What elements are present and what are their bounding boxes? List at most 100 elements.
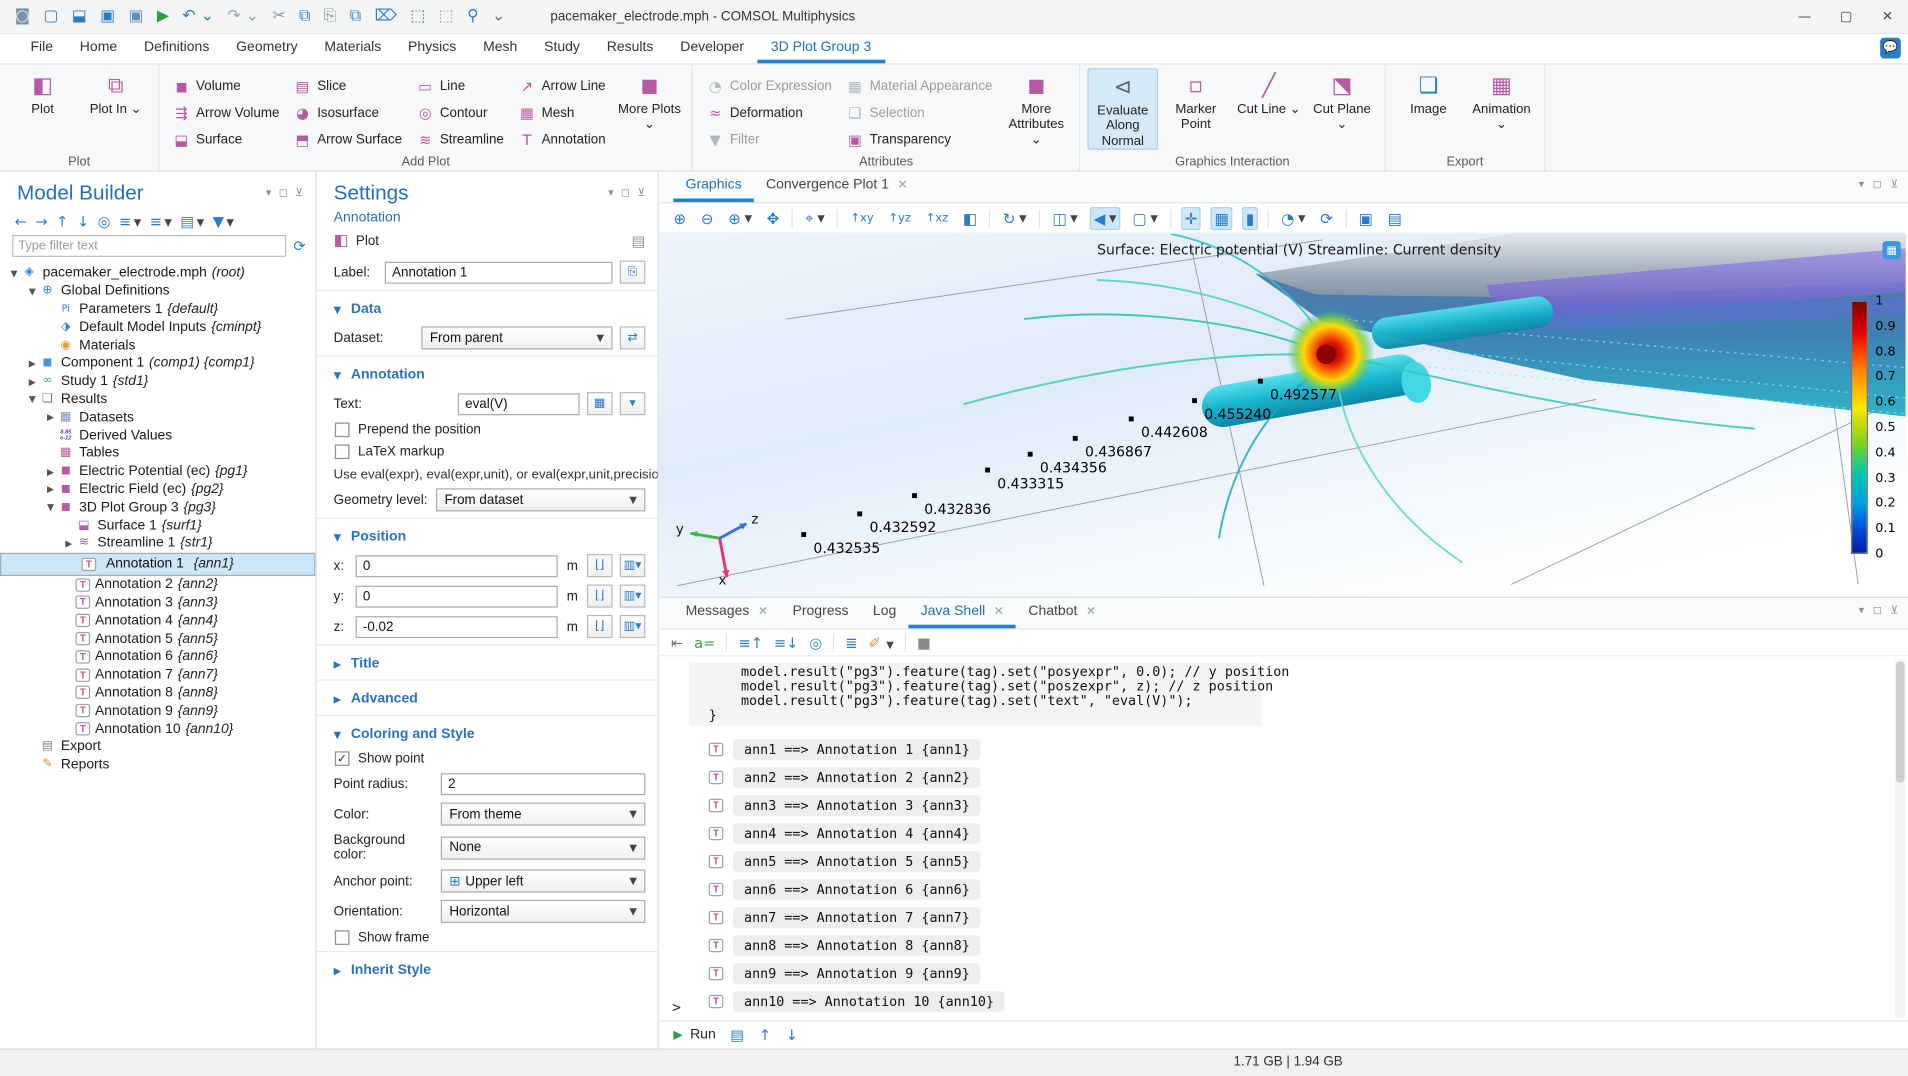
tree-item-annotation-9[interactable]: TAnnotation 9{ann9}	[0, 702, 315, 720]
zoom-selected-icon[interactable]: ⊕▼	[726, 208, 755, 229]
view-xy-icon[interactable]: ↑xy	[848, 210, 876, 226]
forward-icon[interactable]: →	[35, 213, 47, 230]
dataset-select[interactable]: From parent▼	[421, 326, 612, 349]
tree-item-parameters-1[interactable]: PiParameters 1{default}	[0, 300, 315, 318]
history-up-icon[interactable]: ↑	[759, 1027, 771, 1044]
shell-content[interactable]: model.result("pg3").feature(tag).set("po…	[659, 656, 1908, 1020]
refresh-icon[interactable]: ⟳	[293, 237, 305, 254]
tab-graphics[interactable]: Graphics	[673, 172, 753, 202]
paste-icon[interactable]: ⎘	[324, 9, 337, 25]
tree-item-export[interactable]: ▤Export	[0, 738, 315, 756]
tree-item-study-1[interactable]: ▶∞Study 1{std1}	[0, 372, 315, 390]
menu-mesh[interactable]: Mesh	[470, 34, 531, 63]
close-tab-icon[interactable]: ✕	[758, 605, 768, 618]
snapshot-icon[interactable]: ▣	[1356, 208, 1375, 229]
tree-item-derived-values[interactable]: 8.85e-12Derived Values	[0, 426, 315, 444]
copy-icon[interactable]: ⧉	[299, 9, 310, 25]
model-builder-corner-icons[interactable]: ▾◻⊻	[266, 188, 303, 200]
select-box-icon[interactable]: ⬚	[410, 9, 425, 25]
maximize-button[interactable]: ▢	[1825, 0, 1866, 33]
close-tab-icon[interactable]: ✕	[994, 605, 1004, 618]
history-down-icon[interactable]: ↓	[786, 1027, 798, 1044]
menu-developer[interactable]: Developer	[667, 34, 758, 63]
viewport-corner-icon[interactable]: ▦	[1883, 241, 1901, 259]
find-icon[interactable]: ⚲	[467, 9, 479, 25]
ribbon-arrow-line[interactable]: ↗Arrow Line	[512, 73, 611, 100]
tree-item-annotation-2[interactable]: TAnnotation 2{ann2}	[0, 576, 315, 594]
plot-button[interactable]: Plot	[356, 233, 379, 248]
tree-item-default-model-inputs[interactable]: ⬗Default Model Inputs{cminpt}	[0, 318, 315, 336]
ribbon-plot[interactable]: ◧Plot	[7, 68, 78, 117]
menu-materials[interactable]: Materials	[311, 34, 395, 63]
tree-item-component-1[interactable]: ▶◼Component 1(comp1) {comp1}	[0, 354, 315, 372]
collapse-icon[interactable]: ▾	[266, 188, 272, 200]
show-output-icon[interactable]: ◎	[809, 634, 822, 651]
tree-item-annotation-8[interactable]: TAnnotation 8{ann8}	[0, 684, 315, 702]
close-button[interactable]: ✕	[1867, 0, 1908, 33]
section-annotation[interactable]: ▼Annotation	[317, 359, 658, 388]
annotation-text-input[interactable]: eval(V)	[458, 393, 580, 415]
grid-toggle-icon[interactable]: ▦	[1211, 206, 1233, 229]
section-advanced[interactable]: ▶Advanced	[317, 683, 658, 712]
view-xz-icon[interactable]: ↑xz	[923, 210, 950, 226]
shell-prompt[interactable]: >	[672, 999, 681, 1016]
duplicate-icon[interactable]: ⧉	[350, 9, 361, 25]
redo-icon[interactable]: ↷ ⌄	[227, 9, 259, 25]
pin-icon[interactable]: ⊻	[1890, 179, 1898, 191]
float-icon[interactable]: ◻	[1873, 179, 1882, 191]
stop-icon[interactable]: ■	[917, 634, 931, 651]
ribbon-arrow-surface[interactable]: ⬒Arrow Surface	[288, 127, 408, 154]
scroll-up-icon[interactable]: ≡↑	[739, 634, 763, 651]
close-tab-icon[interactable]: ✕	[898, 178, 908, 191]
ribbon-plot-in[interactable]: ⧉Plot In ⌄	[80, 68, 151, 117]
show-point-checkbox[interactable]: ✓	[335, 751, 350, 766]
settings-corner-icons[interactable]: ▾◻⊻	[608, 188, 645, 200]
zoom-extents-icon[interactable]: ✥	[764, 208, 782, 229]
environment-icon[interactable]: ◫▼	[1050, 208, 1080, 229]
menu-geometry[interactable]: Geometry	[223, 34, 311, 63]
ribbon-image[interactable]: ❏Image	[1393, 68, 1464, 117]
close-tab-icon[interactable]: ✕	[1086, 605, 1096, 618]
clear-selection-icon[interactable]: ⬚	[439, 9, 454, 25]
tree-item-annotation-4[interactable]: TAnnotation 4{ann4}	[0, 612, 315, 630]
x-range-icon[interactable]: ⌊⌋	[587, 554, 613, 577]
z-aux-icon[interactable]: ▥▾	[620, 615, 646, 638]
save-icon[interactable]: ▣	[100, 9, 115, 25]
text-aux-icon[interactable]: ▦	[587, 392, 613, 415]
shell-scrollbar[interactable]	[1895, 659, 1906, 1018]
color-select[interactable]: From theme▼	[441, 802, 646, 825]
zoom-in-icon[interactable]: ⊕	[671, 208, 689, 229]
menu-file[interactable]: File	[17, 34, 66, 63]
tree-item-electric-potential-ec[interactable]: ▶◼Electric Potential (ec){pg1}	[0, 462, 315, 480]
ribbon-volume[interactable]: ◼Volume	[167, 73, 286, 100]
tree-item-results[interactable]: ▼❏Results	[0, 390, 315, 408]
tree-item-electric-field-ec[interactable]: ▶◼Electric Field (ec){pg2}	[0, 480, 315, 498]
minimize-button[interactable]: —	[1784, 0, 1825, 33]
tree-item-materials[interactable]: ◉Materials	[0, 336, 315, 354]
clear-console-icon[interactable]: ✐ ▼	[869, 634, 894, 651]
float-icon[interactable]: ◻	[1873, 605, 1882, 617]
move-up-icon[interactable]: ↑	[56, 213, 68, 230]
ribbon-arrow-volume[interactable]: ⇶Arrow Volume	[167, 100, 286, 127]
triad-toggle-icon[interactable]: ✛	[1181, 206, 1201, 229]
x-input[interactable]: 0	[356, 555, 558, 577]
tab-convergence-plot-1[interactable]: Convergence Plot 1✕	[754, 172, 920, 202]
anchor-point-select[interactable]: ⊞Upper left▼	[441, 869, 646, 892]
z-input[interactable]: -0.02	[356, 616, 558, 638]
sound-icon[interactable]: ◀▼	[1090, 206, 1120, 229]
model-tree-nodes-icon[interactable]: ▤ ▼	[180, 213, 204, 230]
show-icon[interactable]: ◎	[98, 213, 111, 230]
go-to-view-icon[interactable]: ⌖▼	[803, 207, 828, 229]
chatbot-icon[interactable]: 💬	[1880, 38, 1901, 59]
dataset-aux-icon[interactable]: ⇄	[620, 326, 646, 349]
collapse-icon[interactable]: ≡ ▼	[119, 213, 141, 230]
section-coloring[interactable]: ▼Coloring and Style	[317, 718, 658, 747]
tree-item-global-definitions[interactable]: ▼⊕Global Definitions	[0, 282, 315, 300]
show-frame-checkbox[interactable]	[335, 930, 350, 945]
geometry-level-select[interactable]: From dataset▼	[436, 488, 645, 511]
ribbon-surface[interactable]: ⬓Surface	[167, 127, 286, 154]
tree-item-tables[interactable]: ▦Tables	[0, 444, 315, 462]
undo-icon[interactable]: ↶ ⌄	[182, 9, 214, 25]
tree-item-annotation-5[interactable]: TAnnotation 5{ann5}	[0, 630, 315, 648]
menu-study[interactable]: Study	[531, 34, 594, 63]
